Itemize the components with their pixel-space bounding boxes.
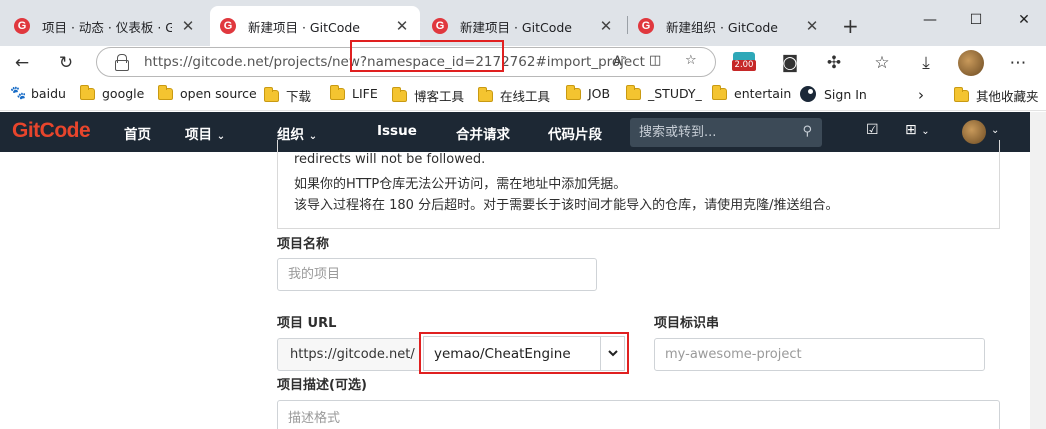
downloads-icon[interactable]: ⤓ <box>914 51 938 75</box>
bookmark-google[interactable]: google <box>80 84 145 101</box>
nav-home[interactable]: 首页 <box>124 123 151 143</box>
minimize-icon[interactable]: — <box>920 12 940 28</box>
profile-avatar[interactable] <box>958 50 984 76</box>
bookmark-label: Sign In <box>824 86 867 102</box>
tab-title: 项目 · 动态 · 仪表板 · GitCode <box>42 19 172 35</box>
nav-projects-label: 项目 <box>185 127 212 143</box>
description-input[interactable] <box>277 400 1000 429</box>
favorite-add-icon[interactable]: ☆ <box>685 53 697 68</box>
folder-icon <box>954 86 969 102</box>
bookmark-open-source[interactable]: open source <box>158 84 257 101</box>
tab-title: 新建项目 · GitCode <box>248 19 360 35</box>
bookmark-blog-tools[interactable]: 博客工具 <box>392 86 464 105</box>
chevron-down-icon: ⌄ <box>216 131 226 142</box>
chevron-down-icon[interactable]: ⌄ <box>991 125 999 136</box>
bookmark-label: google <box>102 86 145 101</box>
bookmark-label: 博客工具 <box>414 89 465 104</box>
read-aloud-icon[interactable]: A» <box>613 53 627 69</box>
todo-check-icon[interactable]: ☑ <box>866 122 879 138</box>
browser-tab-1[interactable]: G 项目 · 动态 · 仪表板 · GitCode ✕ <box>4 6 206 46</box>
folder-icon <box>392 86 407 102</box>
folder-icon <box>330 84 345 100</box>
close-tab-icon[interactable]: ✕ <box>598 17 614 35</box>
bookmark-other-favorites[interactable]: 其他收藏夹 <box>954 86 1039 105</box>
gitcode-favicon: G <box>638 18 654 34</box>
tab-title: 新建项目 · GitCode <box>460 19 572 35</box>
slug-input[interactable] <box>654 338 985 371</box>
namespace-highlight-box <box>419 332 629 374</box>
folder-icon <box>478 86 493 102</box>
baidu-paw-icon: 🐾 <box>10 86 27 101</box>
extension-badge: 2.00 <box>732 60 756 71</box>
search-icon: ⚲ <box>802 124 812 139</box>
bookmark-life[interactable]: LIFE <box>330 84 378 101</box>
info-line: 该导入过程将在 180 分后超时。对于需要长于该时间才能导入的仓库，请使用克隆/… <box>294 198 839 213</box>
extension-dark-icon[interactable]: ◙ <box>778 51 802 75</box>
bookmark-label: _STUDY_ <box>648 86 702 101</box>
bookmark-label: 在线工具 <box>500 89 551 104</box>
description-label: 项目描述(可选) <box>277 378 367 393</box>
close-tab-icon[interactable]: ✕ <box>180 17 196 35</box>
close-tab-icon[interactable]: ✕ <box>804 17 820 35</box>
bookmark-label: baidu <box>31 86 66 101</box>
nav-issue[interactable]: Issue <box>377 123 417 139</box>
back-arrow-icon[interactable]: ← <box>10 51 34 75</box>
create-new-plus-icon[interactable]: ⊞ ⌄ <box>905 122 930 138</box>
slug-label: 项目标识串 <box>654 316 720 331</box>
folder-icon <box>80 84 95 100</box>
gitcode-favicon: G <box>220 18 236 34</box>
bookmark-label: LIFE <box>352 86 378 101</box>
new-tab-icon[interactable]: + <box>842 14 859 38</box>
gitcode-favicon: G <box>14 18 30 34</box>
info-line: redirects will not be followed. <box>294 152 486 167</box>
url-prefix: https://gitcode.net/ <box>277 338 421 371</box>
extensions-puzzle-icon[interactable]: ✣ <box>822 51 846 75</box>
tab-title: 新建组织 · GitCode <box>666 19 778 35</box>
info-line: 如果你的HTTP仓库无法公开访问，需在地址中添加凭据。 <box>294 177 627 192</box>
bookmark-online-tools[interactable]: 在线工具 <box>478 86 550 105</box>
gitcode-logo[interactable]: GitCode <box>12 119 91 143</box>
folder-icon <box>712 84 727 100</box>
page-scrollbar[interactable] <box>1030 112 1046 429</box>
project-name-input[interactable] <box>277 258 597 291</box>
steam-icon <box>800 86 816 102</box>
project-url-label: 项目 URL <box>277 316 337 331</box>
nav-projects[interactable]: 项目 ⌄ <box>185 123 225 143</box>
bookmark-downloads[interactable]: 下载 <box>264 86 311 105</box>
browser-toolbar: ← ↻ https://gitcode.net/projects/new?nam… <box>0 40 1046 80</box>
browser-tab-strip: G 项目 · 动态 · 仪表板 · GitCode ✕ G 新建项目 · Git… <box>0 0 1046 46</box>
folder-icon <box>626 84 641 100</box>
bookmark-job[interactable]: JOB <box>566 84 611 101</box>
bookmark-study[interactable]: _STUDY_ <box>626 84 702 101</box>
bookmark-label: 其他收藏夹 <box>976 89 1039 104</box>
favorites-icon[interactable]: ☆ <box>870 51 894 75</box>
gitcode-favicon: G <box>432 18 448 34</box>
bookmarks-bar: 🐾 baidu google open source 下载 LIFE 博客工具 在… <box>0 80 1046 111</box>
folder-icon <box>264 86 279 102</box>
close-window-icon[interactable]: ✕ <box>1014 12 1034 28</box>
close-tab-icon[interactable]: ✕ <box>394 17 410 35</box>
more-menu-icon[interactable]: ⋯ <box>1006 51 1030 75</box>
folder-icon <box>566 84 581 100</box>
bookmark-label: 下载 <box>286 89 312 104</box>
bookmark-sign-in[interactable]: Sign In <box>800 86 867 102</box>
bookmark-label: entertain <box>734 86 792 101</box>
bookmark-label: open source <box>180 86 257 101</box>
bookmarks-overflow-chevron-icon[interactable]: › <box>918 86 924 104</box>
browser-tab-4[interactable]: G 新建组织 · GitCode ✕ <box>628 6 830 46</box>
lock-icon <box>115 54 129 71</box>
maximize-icon[interactable]: ☐ <box>966 12 986 28</box>
project-name-label: 项目名称 <box>277 237 330 252</box>
bookmark-baidu[interactable]: 🐾 baidu <box>10 86 66 101</box>
split-screen-icon[interactable]: ◫ <box>649 53 661 68</box>
folder-icon <box>158 84 173 100</box>
bookmark-entertain[interactable]: entertain <box>712 84 792 101</box>
bookmark-label: JOB <box>588 86 611 101</box>
reload-icon[interactable]: ↻ <box>54 51 78 75</box>
url-highlight-box <box>350 40 504 72</box>
